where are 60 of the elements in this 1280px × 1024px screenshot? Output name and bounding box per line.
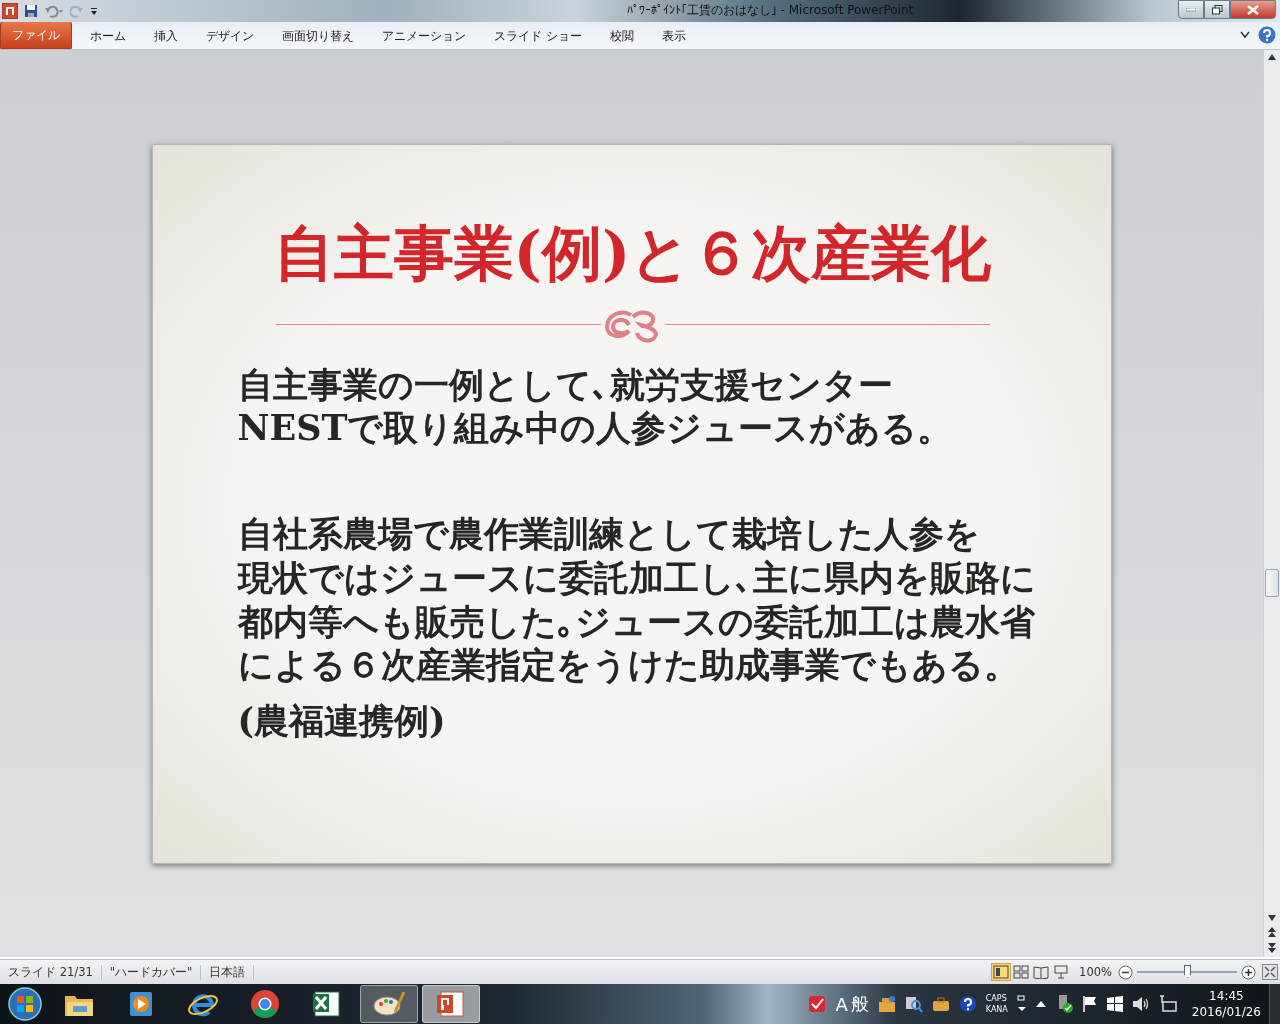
caps-indicator: CAPS	[985, 993, 1008, 1004]
help-icon[interactable]	[1258, 26, 1276, 45]
ribbon-tab[interactable]: 画面切り替え	[268, 22, 368, 49]
close-button[interactable]	[1230, 0, 1276, 19]
ribbon-tab[interactable]: デザイン	[192, 22, 268, 49]
kana-indicator: KANA	[985, 1004, 1008, 1015]
normal-view-icon[interactable]	[991, 963, 1012, 982]
save-icon[interactable]	[24, 3, 38, 18]
scroll-up-icon[interactable]	[1268, 53, 1276, 60]
zoom-slider-thumb[interactable]	[1184, 965, 1191, 979]
slide-body-text: 自主事業の一例として､就労支援センター NESTで取り組み中の人参ジュースがある。	[237, 362, 954, 450]
minimize-button[interactable]	[1178, 0, 1204, 19]
ribbon-tab[interactable]: スライド ショー	[480, 22, 596, 49]
next-slide-icon[interactable]	[1268, 943, 1276, 954]
language: 日本語	[201, 964, 255, 980]
scrollbar-thumb[interactable]	[1265, 568, 1279, 597]
collapse-ribbon-icon[interactable]	[1240, 31, 1250, 40]
network-icon[interactable]	[1158, 995, 1177, 1013]
volume-icon[interactable]	[1131, 996, 1150, 1012]
reading-view-icon[interactable]	[1031, 963, 1052, 982]
ribbon-tab[interactable]: 校閲	[595, 22, 648, 49]
zoom-level[interactable]: 100%	[1079, 965, 1112, 980]
window-title: ﾊﾟﾜｰﾎﾟｲﾝﾄ｢工賃のおはなし｣ - Microsoft PowerPoint	[625, 2, 915, 20]
app-logo-icon	[2, 2, 18, 19]
ime-mode[interactable]: A	[835, 993, 848, 1015]
slide-body-text: 自社系農場で農作業訓練として栽培した人参を 現状ではジュースに委託加工し､主に県内を販路に 都内等へも販売した｡ジュースの委託加工は農水省 による６次産業指定をうけた助成事業でもある。	[237, 512, 1037, 687]
show-hidden-icons-icon[interactable]	[1035, 1000, 1046, 1008]
ime-kanji-mode[interactable]: 般	[850, 992, 869, 1016]
ime-options-icon[interactable]	[1016, 994, 1027, 1014]
paint-palette-taskbar-button[interactable]	[360, 985, 418, 1023]
fit-to-window-icon[interactable]	[1262, 964, 1278, 981]
briefcase-tray-icon[interactable]	[931, 995, 950, 1013]
start-button[interactable]	[7, 986, 43, 1022]
minimize-icon	[1186, 7, 1196, 12]
checkmark-tray-icon[interactable]	[808, 995, 827, 1013]
close-icon	[1247, 4, 1259, 15]
help-tray-icon[interactable]	[958, 995, 977, 1013]
ribbon-tab[interactable]: アニメーション	[368, 22, 480, 49]
clock-time[interactable]: 14:45	[1209, 988, 1244, 1004]
scroll-down-icon[interactable]	[1268, 915, 1276, 922]
ribbon-tab[interactable]: 挿入	[140, 22, 192, 49]
slide-sorter-icon[interactable]	[1011, 963, 1032, 982]
zoom-in-icon[interactable]	[1241, 964, 1256, 980]
previous-slide-icon[interactable]	[1268, 927, 1276, 938]
ribbon-tab[interactable]: 表示	[647, 22, 700, 49]
toolbox-tray-icon[interactable]	[877, 995, 896, 1013]
clock-date[interactable]: 2016/01/26	[1191, 1004, 1261, 1020]
flag-icon[interactable]	[1081, 995, 1098, 1013]
slide-title: 自主事業(例)と６次産業化	[272, 216, 993, 289]
slide-body-text: (農福連携例)	[237, 699, 447, 743]
presentation-taskbar-button[interactable]	[422, 985, 480, 1023]
slide-number: スライド 21/31	[0, 964, 102, 980]
file-tab[interactable]: ファイル	[0, 20, 72, 49]
dictionary-search-icon[interactable]	[904, 995, 923, 1013]
windows-logo-icon[interactable]	[1106, 996, 1123, 1012]
theme-name: "ハードカバー"	[101, 964, 202, 980]
zoom-out-icon[interactable]	[1118, 964, 1133, 980]
restore-button[interactable]	[1204, 0, 1230, 19]
ribbon-tab[interactable]: ホーム	[76, 22, 140, 49]
restore-icon	[1211, 4, 1223, 15]
